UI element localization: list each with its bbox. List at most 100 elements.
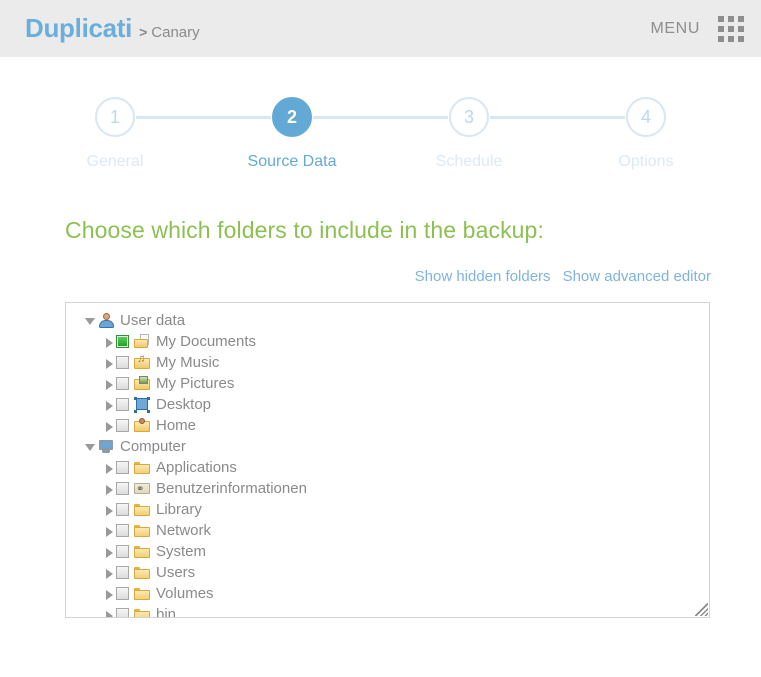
app-logo-duplicati[interactable]: Duplicati xyxy=(25,13,132,44)
step-label: Options xyxy=(618,153,674,170)
step-label: Schedule xyxy=(435,153,503,170)
chevron-right-icon[interactable] xyxy=(102,461,116,475)
tree-node-checkbox[interactable] xyxy=(116,566,129,579)
tree-node-label: User data xyxy=(120,312,186,329)
tree-node[interactable]: My Music xyxy=(66,352,709,373)
step-label: General xyxy=(86,153,144,170)
chevron-right-icon[interactable] xyxy=(102,356,116,370)
chevron-down-icon[interactable] xyxy=(84,440,98,454)
tree-node[interactable]: User data xyxy=(66,310,709,331)
wizard-steps: 1 General 2 Source Data 3 Schedule 4 Options xyxy=(0,97,761,171)
chevron-right-icon[interactable] xyxy=(102,335,116,349)
tree-node[interactable]: Applications xyxy=(66,457,709,478)
tree-node[interactable]: My Documents xyxy=(66,331,709,352)
step-number-badge: 2 xyxy=(272,97,312,137)
wizard-stepper: 1 General 2 Source Data 3 Schedule 4 Options xyxy=(0,97,761,202)
tree-node[interactable]: Volumes xyxy=(66,583,709,604)
wizard-step-schedule[interactable]: 3 Schedule xyxy=(414,97,524,171)
chevron-right-icon[interactable] xyxy=(102,419,116,433)
chevron-right-icon[interactable] xyxy=(102,587,116,601)
header-actions: MENU xyxy=(650,15,744,42)
chevron-right-icon[interactable] xyxy=(102,377,116,391)
chevron-right-icon[interactable] xyxy=(102,524,116,538)
tree-node-label: My Pictures xyxy=(156,375,235,392)
step-number-badge: 3 xyxy=(449,97,489,137)
chevron-right-icon[interactable] xyxy=(102,398,116,412)
tree-node-label: Computer xyxy=(120,438,186,455)
desktop-icon xyxy=(134,397,151,412)
step-label: Source Data xyxy=(247,153,337,170)
tree-node-checkbox[interactable] xyxy=(116,377,129,390)
tree-node[interactable]: Home xyxy=(66,415,709,436)
show-hidden-folders-link[interactable]: Show hidden folders xyxy=(415,268,551,285)
top-header-bar: Duplicati > Canary MENU xyxy=(0,0,761,57)
tree-node-checkbox[interactable] xyxy=(116,545,129,558)
breadcrumb: Duplicati > Canary xyxy=(25,13,200,44)
tree-node-checkbox[interactable] xyxy=(116,398,129,411)
chevron-right-icon[interactable] xyxy=(102,608,116,617)
tree-node[interactable]: My Pictures xyxy=(66,373,709,394)
chevron-right-icon[interactable] xyxy=(102,482,116,496)
tree-node-label: Home xyxy=(156,417,197,434)
tree-node-label: Benutzerinformationen xyxy=(156,480,307,497)
resize-grip-icon[interactable] xyxy=(695,603,708,616)
alias-folder-icon xyxy=(134,481,151,496)
tree-node[interactable]: Desktop xyxy=(66,394,709,415)
folder-icon xyxy=(134,502,151,517)
main-content: Choose which folders to include in the b… xyxy=(0,202,761,618)
page-title: Choose which folders to include in the b… xyxy=(65,217,544,243)
tree-node-checkbox[interactable] xyxy=(116,587,129,600)
tree-node-label: Volumes xyxy=(156,585,214,602)
folder-icon xyxy=(134,544,151,559)
tree-node[interactable]: Benutzerinformationen xyxy=(66,478,709,499)
tree-node-checkbox[interactable] xyxy=(116,503,129,516)
tree-node[interactable]: bin xyxy=(66,604,709,618)
step-number-badge: 1 xyxy=(95,97,135,137)
tree-node[interactable]: Computer xyxy=(66,436,709,457)
tree-node-checkbox[interactable] xyxy=(116,356,129,369)
tree-node-checkbox[interactable] xyxy=(116,482,129,495)
tree-node-label: My Documents xyxy=(156,333,257,350)
grid-apps-icon[interactable] xyxy=(718,15,744,42)
folder-icon xyxy=(134,565,151,580)
wizard-step-general[interactable]: 1 General xyxy=(60,97,170,171)
folder-icon xyxy=(134,586,151,601)
tree-node-label: Library xyxy=(156,501,202,518)
tree-node-label: System xyxy=(156,543,207,560)
tree-node-label: Desktop xyxy=(156,396,212,413)
tree-node-label: My Music xyxy=(156,354,220,371)
tree-node-label: bin xyxy=(156,606,177,618)
music-folder-icon xyxy=(134,353,151,370)
folder-icon xyxy=(134,523,151,538)
tree-node[interactable]: System xyxy=(66,541,709,562)
chevron-right-icon[interactable] xyxy=(102,545,116,559)
tree-action-links: Show hidden folders Show advanced editor xyxy=(65,268,711,285)
tree-node-checkbox[interactable] xyxy=(116,419,129,432)
user-person-icon xyxy=(98,313,115,328)
chevron-right-icon[interactable] xyxy=(102,566,116,580)
menu-button[interactable]: MENU xyxy=(650,20,700,38)
tree-node-checkbox[interactable] xyxy=(116,608,129,617)
tree-node-checkbox[interactable] xyxy=(116,335,129,348)
tree-node-label: Applications xyxy=(156,459,237,476)
tree-node-checkbox[interactable] xyxy=(116,524,129,537)
chevron-right-icon[interactable] xyxy=(102,503,116,517)
wizard-step-source-data[interactable]: 2 Source Data xyxy=(237,97,347,171)
chevron-down-icon[interactable] xyxy=(84,314,98,328)
tree-node[interactable]: Library xyxy=(66,499,709,520)
wizard-step-options[interactable]: 4 Options xyxy=(591,97,701,171)
computer-monitor-icon xyxy=(98,439,115,454)
tree-node[interactable]: Network xyxy=(66,520,709,541)
breadcrumb-item-canary: Canary xyxy=(151,24,200,41)
tree-node-checkbox[interactable] xyxy=(116,461,129,474)
folder-icon xyxy=(134,607,151,617)
documents-folder-icon xyxy=(134,334,151,349)
home-folder-icon xyxy=(134,418,151,433)
breadcrumb-separator: > xyxy=(139,24,148,40)
tree-node-label: Network xyxy=(156,522,212,539)
show-advanced-editor-link[interactable]: Show advanced editor xyxy=(563,268,711,285)
tree-node-label: Users xyxy=(156,564,196,581)
folder-tree-container[interactable]: User data My Documents My Music My Pictures… xyxy=(65,302,710,618)
tree-node[interactable]: Users xyxy=(66,562,709,583)
folder-icon xyxy=(134,460,151,475)
